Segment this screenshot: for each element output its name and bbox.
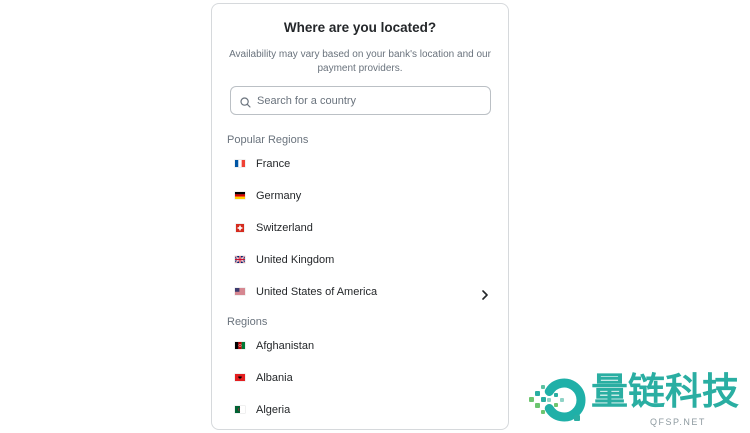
region-item-algeria[interactable]: Algeria	[227, 394, 495, 426]
chevron-right-icon[interactable]	[482, 287, 488, 300]
region-item-afghanistan[interactable]: Afghanistan	[227, 330, 495, 362]
region-item-label: Germany	[256, 190, 302, 202]
region-item-switzerland[interactable]: Switzerland	[227, 212, 495, 244]
region-item-label: Algeria	[256, 404, 291, 416]
country-selector-dialog: Where are you located? Availability may …	[211, 3, 509, 430]
dialog-title: Where are you located?	[283, 20, 437, 35]
region-item-label: Switzerland	[256, 222, 313, 234]
region-item-label: United Kingdom	[256, 254, 335, 266]
regions-heading: Regions	[227, 316, 268, 328]
region-item-united-states-of-america[interactable]: United States of America	[227, 276, 495, 308]
afghanistan-flag-icon	[235, 342, 245, 349]
algeria-flag-icon	[235, 406, 245, 413]
dialog-subtitle: Availability may vary based on your bank…	[229, 49, 491, 74]
france-flag-icon	[235, 160, 245, 167]
region-item-label: United States of America	[256, 286, 378, 298]
watermark-brand-text: 量链科技	[591, 371, 739, 412]
search-input[interactable]	[231, 87, 490, 114]
germany-flag-icon	[235, 192, 245, 199]
united-kingdom-flag-icon	[235, 256, 245, 263]
qfsp-logo-icon	[528, 373, 586, 427]
region-item-albania[interactable]: Albania	[227, 362, 495, 394]
region-item-label: Albania	[256, 372, 293, 384]
region-item-label: Afghanistan	[256, 340, 315, 352]
search-field[interactable]	[230, 86, 491, 115]
region-item-germany[interactable]: Germany	[227, 180, 495, 212]
popular-regions-heading: Popular Regions	[227, 134, 309, 146]
region-item-france[interactable]: France	[227, 148, 495, 180]
region-item-label: France	[256, 158, 291, 170]
watermark-domain: QFSP.NET	[650, 417, 706, 427]
usa-flag-icon	[235, 288, 245, 295]
albania-flag-icon	[235, 374, 245, 381]
region-item-united-kingdom[interactable]: United Kingdom	[227, 244, 495, 276]
switzerland-flag-icon	[236, 224, 244, 232]
